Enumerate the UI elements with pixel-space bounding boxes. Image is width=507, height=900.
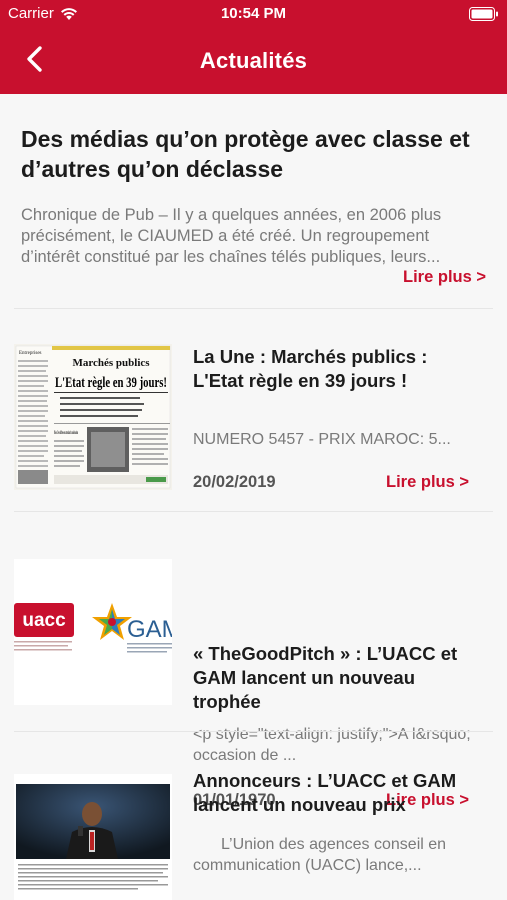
article-title-text: « TheGoodPitch » : L’UACC et GAM lancent…	[193, 643, 458, 712]
thumb-subhead: Pièce: Des chiffres en attendant la valo…	[54, 430, 78, 436]
app-header: Carrier 10:54 PM Actualités	[0, 0, 507, 94]
article-card[interactable]: Annonceurs : L’UACC et GAM lancent un no…	[0, 731, 507, 900]
article-excerpt: NUMERO 5457 - PRIX MAROC: 5...	[193, 431, 451, 448]
article-title[interactable]: Annonceurs : L’UACC et GAM lancent un no…	[193, 769, 481, 817]
status-bar: Carrier 10:54 PM	[0, 0, 507, 28]
uacc-gam-logos-image: uacc GAM	[14, 559, 172, 705]
newspaper-front-image: Entreprises Marchés publics L'Etat règle…	[14, 344, 172, 490]
featured-excerpt: Chronique de Pub – Il y a quelques année…	[21, 206, 442, 266]
thumb-headline-top: Marchés publics	[72, 357, 150, 369]
article-thumbnail-photo	[14, 774, 172, 900]
article-thumbnail-logos: uacc GAM	[14, 559, 172, 705]
article-thumbnail-newspaper: Entreprises Marchés publics L'Etat règle…	[14, 344, 172, 490]
article-title[interactable]: « TheGoodPitch » : L’UACC et GAM lancent…	[193, 642, 481, 714]
read-more-link[interactable]: Lire plus >	[403, 268, 486, 287]
speaker-photo-image	[14, 774, 172, 900]
thumb-headline-main: L'Etat règle en 39 jours!	[55, 375, 167, 391]
news-list[interactable]: Des médias qu’on protège avec classe et …	[0, 94, 507, 900]
article-card[interactable]: Entreprises Marchés publics L'Etat règle…	[0, 308, 507, 511]
page-title: Actualités	[199, 48, 308, 73]
article-date: 20/02/2019	[193, 473, 276, 491]
nav-bar: Actualités	[0, 28, 507, 94]
paper-name: Entreprises	[19, 351, 42, 356]
battery-icon	[469, 7, 498, 21]
article-title[interactable]: La Une : Marchés publics : L'Etat règle …	[193, 345, 481, 393]
status-time: 10:54 PM	[220, 5, 287, 22]
featured-title: Des médias qu’on protège avec classe et …	[21, 126, 470, 182]
gam-logo-text: GAM	[127, 616, 172, 643]
read-more-link[interactable]: Lire plus >	[386, 473, 469, 492]
article-excerpt: L’Union des agences conseil en communica…	[193, 836, 447, 874]
uacc-logo-text: uacc	[22, 610, 66, 631]
article-card[interactable]: uacc GAM « TheGoodPitch » : L’UACC et GA…	[0, 511, 507, 809]
featured-article[interactable]: Des médias qu’on protège avec classe et …	[0, 94, 507, 308]
